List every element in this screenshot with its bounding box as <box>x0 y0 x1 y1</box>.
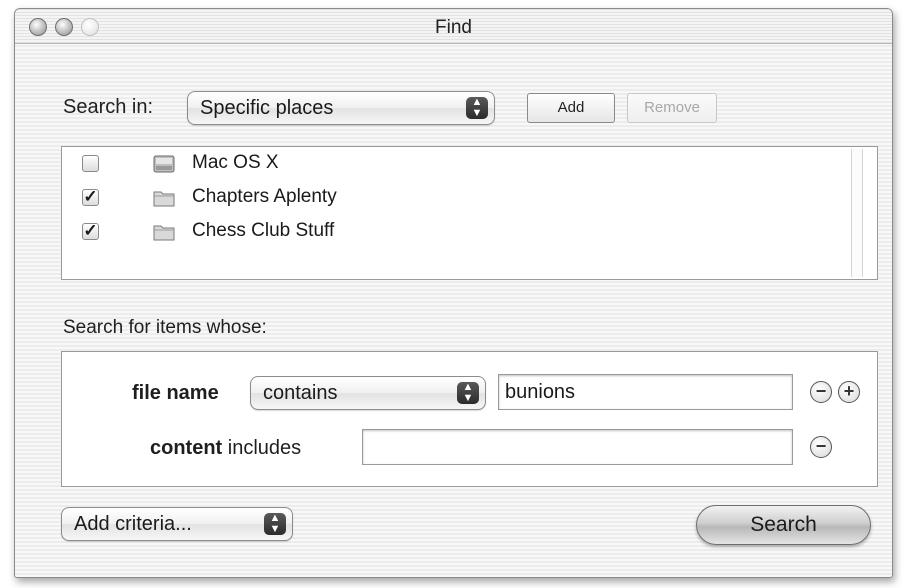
chapters-aplenty-checkbox[interactable]: ✓ <box>82 188 99 206</box>
add-criteria-popup[interactable]: Add criteria... ▲ ▼ <box>61 507 293 541</box>
content-label-bold: content <box>150 437 223 459</box>
hard-disk-icon <box>153 155 175 173</box>
list-item-chapters-aplenty[interactable]: ✓ Chapters Aplenty <box>62 183 842 217</box>
places-list: Mac OS X ✓ Chapters Aplenty ✓ Chess Club… <box>61 146 878 280</box>
add-button[interactable]: Add <box>527 93 615 123</box>
file-name-field[interactable]: bunions <box>498 374 793 410</box>
file-name-operator-value: contains <box>263 382 338 404</box>
mac-os-x-checkbox[interactable] <box>82 155 99 172</box>
find-window: Find Search in: Specific places ▲ ▼ Add R… <box>14 8 893 578</box>
search-in-popup[interactable]: Specific places ▲ ▼ <box>187 91 495 125</box>
place-name: Chess Club Stuff <box>192 220 335 241</box>
list-item-mac-os-x[interactable]: Mac OS X <box>62 149 842 183</box>
add-criteria-label: Add criteria... <box>74 513 192 535</box>
search-in-label: Search in: <box>63 96 154 118</box>
title-bar[interactable]: Find <box>15 9 892 44</box>
content-field[interactable] <box>362 429 793 465</box>
list-item-chess-club-stuff[interactable]: ✓ Chess Club Stuff <box>62 217 842 251</box>
up-down-arrows-icon: ▲ ▼ <box>457 382 479 404</box>
up-down-arrows-icon: ▲ ▼ <box>466 97 488 119</box>
window-title: Find <box>435 17 472 38</box>
file-name-label: file name <box>132 382 219 404</box>
search-in-selected: Specific places <box>200 97 334 119</box>
folder-icon <box>153 225 175 241</box>
remove-button[interactable]: Remove <box>627 93 717 123</box>
search-button[interactable]: Search <box>696 505 871 545</box>
place-name: Mac OS X <box>192 152 279 173</box>
content-label-rest: includes <box>227 437 302 459</box>
remove-criterion-icon[interactable]: − <box>810 436 832 458</box>
place-name: Chapters Aplenty <box>192 186 337 207</box>
content-includes-label: content includes <box>150 437 301 460</box>
folder-icon <box>153 191 175 207</box>
add-criterion-icon[interactable]: + <box>838 381 860 403</box>
chess-club-stuff-checkbox[interactable]: ✓ <box>82 222 99 240</box>
remove-criterion-icon[interactable]: − <box>810 381 832 403</box>
search-for-label: Search for items whose: <box>63 317 267 338</box>
file-name-operator-popup[interactable]: contains ▲ ▼ <box>250 376 486 410</box>
up-down-arrows-icon: ▲ ▼ <box>264 513 286 535</box>
list-scrollbar[interactable] <box>851 149 863 277</box>
criteria-box: file name contains ▲ ▼ bunions − + conten… <box>61 351 878 487</box>
